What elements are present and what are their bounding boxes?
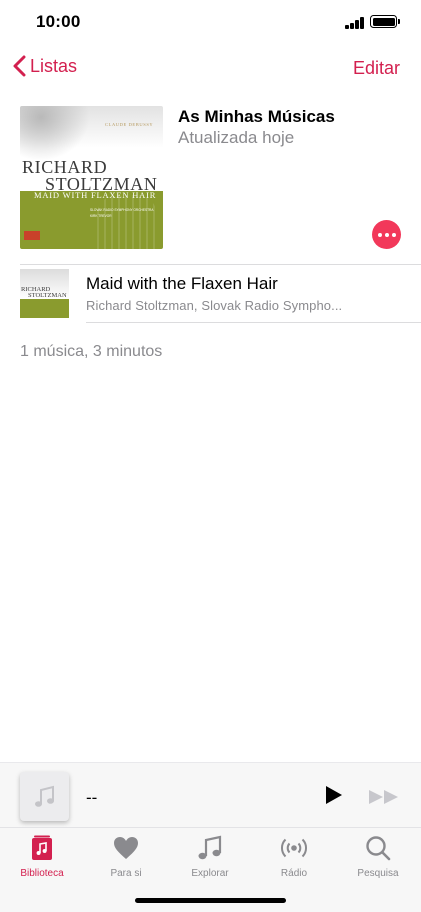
tab-label: Explorar [191,868,229,879]
home-indicator[interactable] [135,898,286,903]
playlist-title: As Minhas Músicas [178,107,335,126]
song-title[interactable]: Maid with the Flaxen Hair [86,274,278,294]
tab-search[interactable]: Pesquisa [336,834,420,884]
song-artwork[interactable]: RICHARD STOLTZMAN [20,269,69,318]
battery-icon [370,15,400,28]
label-logo [24,231,40,240]
artwork-shadow [20,106,90,161]
song-artwork-artist-line2: STOLTZMAN [28,292,67,299]
song-artist: Richard Stoltzman, Slovak Radio Sympho..… [86,298,343,313]
mini-player-title: -- [86,788,98,807]
tab-radio[interactable]: Rádio [252,834,336,884]
playlist-subtitle: Atualizada hoje [178,128,295,147]
heart-icon [114,837,138,859]
more-dot-icon [384,232,389,237]
library-icon [32,835,52,860]
tab-library[interactable]: Biblioteca [0,834,84,884]
navigation-bar: Listas Editar [0,50,421,86]
radio-icon [281,838,307,858]
back-button[interactable]: Listas [12,55,77,77]
more-dot-icon [377,232,382,237]
song-artwork-bottom [20,299,69,318]
tab-for-you[interactable]: Para si [84,834,168,884]
mini-player-artwork[interactable] [20,772,69,821]
tab-label: Pesquisa [357,868,399,879]
status-time: 10:00 [36,12,81,31]
signal-icon [345,17,365,29]
artwork-credits-line2: KIRK TREVOR [90,214,112,218]
edit-button[interactable]: Editar [353,58,400,79]
music-note-icon [198,835,222,860]
divider [20,264,421,265]
tab-bar: Biblioteca Para si Explorar Rádio Pesqui… [0,827,421,912]
tab-label: Biblioteca [20,868,64,879]
divider [86,322,421,323]
mini-player[interactable]: -- [0,762,421,827]
music-note-icon [34,785,54,807]
artwork-album: MAID WITH FLAXEN HAIR [34,190,157,200]
fast-forward-icon[interactable] [368,789,400,805]
tab-label: Para si [110,868,142,879]
search-icon [366,836,391,861]
play-icon[interactable] [325,785,343,805]
playlist-artwork[interactable]: CLAUDE DEBUSSY RICHARD STOLTZMAN MAID WI… [20,106,163,249]
chevron-left-icon [13,55,26,77]
back-button-label: Listas [30,55,78,76]
tab-label: Rádio [280,868,308,879]
artwork-composer: CLAUDE DEBUSSY [105,122,154,127]
status-bar: 10:00 [0,0,421,46]
playlist-summary: 1 música, 3 minutos [20,343,163,360]
device-notch [106,0,315,30]
artwork-stems [97,195,157,249]
artwork-credits: SLOVAK RADIO SYMPHONY ORCHESTRA KIRK TRE… [90,207,153,219]
more-dot-icon [391,232,396,237]
more-options-button[interactable] [372,220,401,249]
tab-browse[interactable]: Explorar [168,834,252,884]
